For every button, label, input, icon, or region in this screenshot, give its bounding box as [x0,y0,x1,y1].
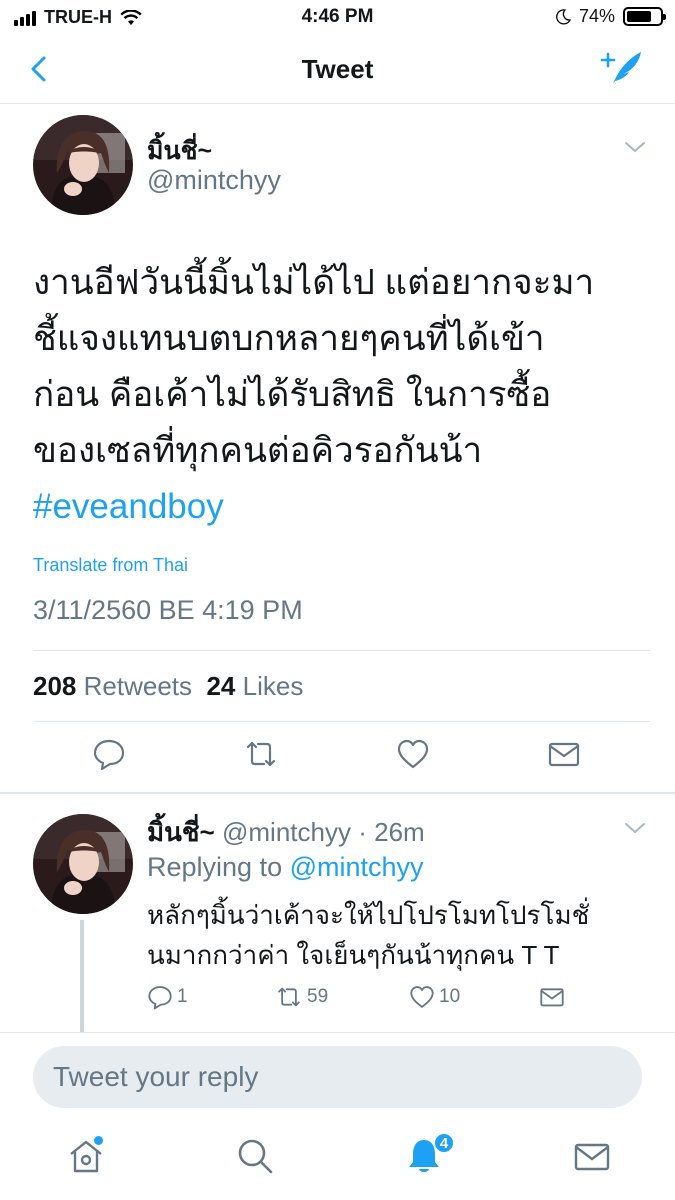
retweet-count: 59 [307,986,329,1007]
meta-separator: · [358,817,367,847]
thread-line [80,920,84,1032]
tab-bar: 4 [0,1120,675,1200]
share-icon [540,988,564,1007]
like-icon[interactable] [396,737,430,771]
reply-icon [148,986,172,1010]
reply-header: มิ้นชี่~ @mintchyy · 26m [147,812,425,853]
reply-share-button[interactable] [539,984,565,1010]
reply-like-button[interactable]: 10 [409,984,460,1010]
home-unread-dot [94,1136,103,1145]
section-divider [0,792,675,794]
author-handle[interactable]: @mintchyy [222,817,351,847]
search-icon[interactable] [235,1136,275,1176]
reply-count: 1 [177,986,188,1007]
tweet-text-line: งานอีฟวันนี้มิ้นไม่ได้ไป แต่อยากจะมา [33,263,595,302]
retweet-icon [278,987,300,1007]
reply-reply-button[interactable]: 1 [147,984,188,1010]
avatar[interactable] [33,814,133,914]
reply-icon[interactable] [92,737,126,771]
tweet-text: งานอีฟวันนี้มิ้นไม่ได้ไป แต่อยากจะมา ชี้… [33,255,648,535]
notifications-badge: 4 [433,1132,455,1154]
messages-icon[interactable] [572,1136,612,1176]
retweets-count[interactable]: 208 [33,671,76,701]
avatar[interactable] [33,115,133,215]
likes-count[interactable]: 24 [206,671,235,701]
retweet-icon[interactable] [244,737,278,771]
battery-fill [627,11,651,22]
reply-text-line: นมากกว่าค่า ใจเย็นๆกันน้าทุกคน T T [147,940,560,970]
retweets-label[interactable]: Retweets [84,671,192,701]
reply-text-line: หลักๆมิ้นว่าเค้าจะให้ไปโปรโมทโปรโมชั่ [147,900,590,930]
engagement-counts: 208 Retweets 24 Likes [33,671,303,702]
divider [33,650,650,651]
nav-bar: Tweet [0,36,675,104]
divider [0,1032,675,1033]
like-icon [410,986,434,1008]
translate-link[interactable]: Translate from Thai [33,555,188,576]
divider [33,721,650,722]
battery-info: 74% [555,6,666,27]
reply-text: หลักๆมิ้นว่าเค้าจะให้ไปโปรโมทโปรโมชั่ นม… [147,895,657,975]
mention-link[interactable]: @mintchyy [290,852,424,882]
reply-age: 26m [374,817,425,847]
replying-to-label: Replying to [147,852,283,882]
reply-actions: 1 59 10 [147,984,647,1014]
battery-icon [623,7,666,26]
moon-icon [556,8,571,25]
likes-label[interactable]: Likes [243,671,304,701]
share-icon[interactable] [547,737,581,771]
tweet-timestamp: 3/11/2560 BE 4:19 PM [33,595,303,625]
status-bar: TRUE-H 4:46 PM 74% [0,0,675,36]
chevron-down-icon[interactable] [622,820,648,836]
page-title: Tweet [301,54,374,84]
tweet-actions [0,737,675,781]
compose-tweet-icon[interactable] [599,48,645,88]
tweet-text-line: ชี้แจงแทนบตบกหลายๆคนที่ได้เข้า [33,319,545,358]
tweet-text-line: ของเซลที่ทุกคนต่อคิวรอกันน้า [33,431,483,470]
like-count: 10 [439,986,461,1007]
battery-percent: 74% [578,6,615,26]
reply-input[interactable]: Tweet your reply [33,1046,642,1108]
reply-input-placeholder: Tweet your reply [53,1061,259,1092]
reply-retweet-button[interactable]: 59 [275,984,328,1010]
tweet-text-line: ก่อน คือเค้าไม่ได้รับสิทธิ ในการซื้อ [33,375,552,414]
author-name[interactable]: มิ้นชี่~ [147,817,215,847]
chevron-down-icon[interactable] [622,139,648,155]
replying-to: Replying to @mintchyy [147,852,424,883]
hashtag-link[interactable]: #eveandboy [33,479,648,535]
author-handle[interactable]: @mintchyy [147,165,281,196]
